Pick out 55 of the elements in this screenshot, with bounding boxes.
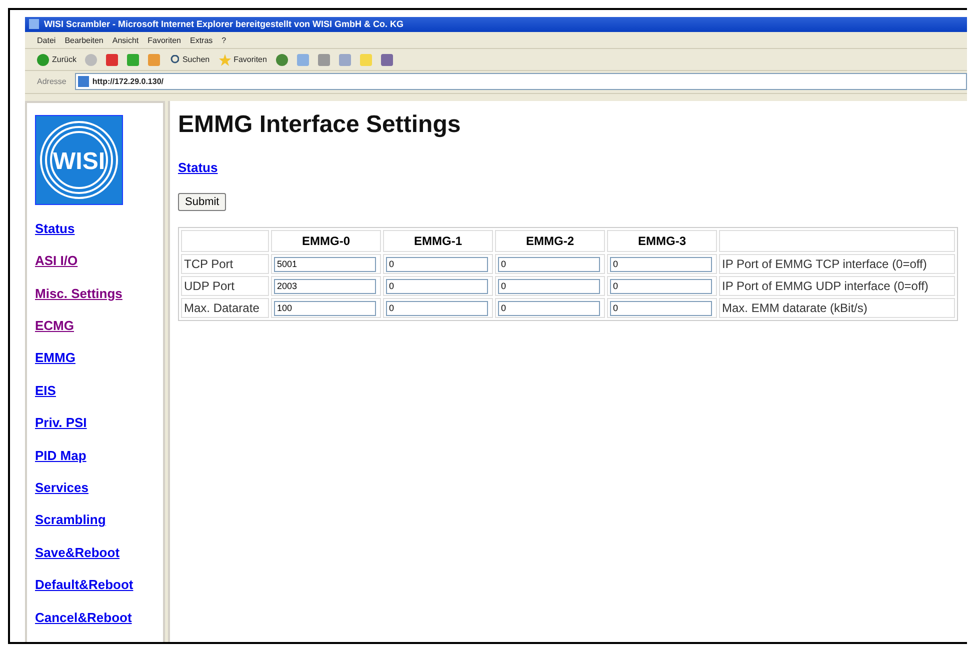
status-link[interactable]: Status — [178, 160, 218, 175]
search-icon — [169, 54, 180, 65]
menu-item[interactable]: Extras — [190, 36, 213, 45]
row-description: IP Port of EMMG UDP interface (0=off) — [719, 276, 955, 296]
row-label: Max. Datarate — [181, 298, 269, 318]
menu-item[interactable]: Favoriten — [148, 36, 181, 45]
sidebar-link[interactable]: Services — [35, 480, 88, 496]
search-button[interactable]: Suchen — [169, 54, 210, 65]
value-input[interactable]: 0 — [386, 278, 488, 294]
value-input[interactable]: 2003 — [274, 278, 376, 294]
sidebar-link[interactable]: PID Map — [35, 448, 86, 464]
menu-item[interactable]: Bearbeiten — [64, 36, 104, 45]
value-input[interactable]: 0 — [386, 256, 488, 272]
value-input[interactable]: 0 — [386, 300, 488, 316]
menu-item[interactable]: Datei — [37, 36, 56, 45]
value-input[interactable]: 0 — [498, 278, 600, 294]
sidebar-link[interactable]: ECMG — [35, 318, 74, 334]
column-header: EMMG-0 — [271, 230, 381, 252]
sidebar-link[interactable]: Save&Reboot — [35, 544, 120, 561]
logo: WISI — [35, 114, 123, 205]
column-header: EMMG-3 — [607, 230, 717, 252]
sidebar-link[interactable]: Misc. Settings — [35, 286, 122, 302]
menu-item[interactable]: Ansicht — [112, 36, 139, 45]
column-header: EMMG-1 — [383, 230, 493, 252]
column-header: EMMG-2 — [495, 230, 605, 252]
value-input[interactable]: 0 — [498, 300, 600, 316]
address-label: Adresse — [37, 77, 66, 86]
value-input[interactable]: 100 — [274, 300, 376, 316]
window-title: WISI Scrambler - Microsoft Internet Explorer bereitgestellt von WISI GmbH & Co. KG — [44, 19, 404, 30]
value-input[interactable]: 0 — [610, 300, 712, 316]
value-input[interactable]: 0 — [610, 256, 712, 272]
sidebar-link[interactable]: Default&Reboot — [35, 577, 134, 594]
sidebar-link[interactable]: Cancel&Reboot — [35, 610, 132, 626]
back-icon[interactable] — [37, 54, 49, 66]
sidebar-link[interactable]: Priv. PSI — [35, 415, 87, 432]
address-field[interactable]: http://172.29.0.130/ — [75, 73, 967, 90]
favorites-button[interactable]: Favoriten — [218, 54, 267, 66]
row-description: IP Port of EMMG TCP interface (0=off) — [719, 254, 955, 274]
row-label: UDP Port — [181, 276, 269, 296]
submit-button[interactable]: Submit — [178, 192, 226, 211]
row-label: TCP Port — [181, 254, 269, 274]
sidebar-link[interactable]: Scrambling — [35, 512, 106, 528]
value-input[interactable]: 0 — [610, 278, 712, 294]
sidebar-link[interactable]: ASI I/O — [35, 253, 78, 270]
back-label[interactable]: Zurück — [52, 55, 76, 64]
sidebar-link[interactable]: Status — [35, 220, 75, 237]
address-url: http://172.29.0.130/ — [92, 77, 164, 86]
value-input[interactable]: 5001 — [274, 256, 376, 272]
star-icon — [218, 54, 231, 66]
sidebar-link[interactable]: EMMG — [35, 350, 76, 366]
sidebar-link[interactable]: EIS — [35, 382, 56, 399]
value-input[interactable]: 0 — [498, 256, 600, 272]
menu-item[interactable]: ? — [222, 36, 226, 45]
row-description: Max. EMM datarate (kBit/s) — [719, 298, 955, 318]
page-title: EMMG Interface Settings — [178, 110, 462, 139]
